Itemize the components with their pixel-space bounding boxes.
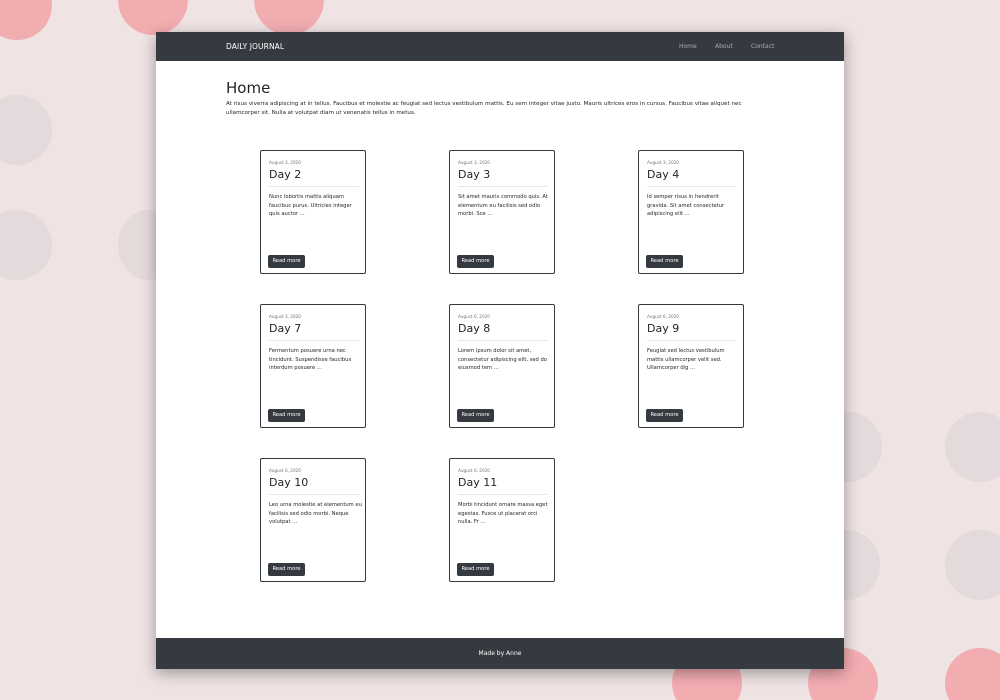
- card-title: Day 9: [647, 322, 680, 335]
- background-bubble: [945, 530, 1000, 600]
- background-bubble: [0, 0, 52, 40]
- card-divider: [269, 494, 359, 495]
- card-divider: [458, 186, 548, 187]
- card-title: Day 7: [269, 322, 302, 335]
- card-excerpt: Feugiat sed lectus vestibulum mattis ull…: [647, 348, 725, 372]
- card-excerpt: Sit amet mauris commodo quis. At element…: [458, 194, 548, 218]
- card-title: Day 4: [647, 168, 680, 181]
- journal-card: August 3, 2020 Day 3 Sit amet mauris com…: [449, 150, 555, 274]
- background-bubble: [0, 210, 52, 280]
- card-excerpt: Nunc lobortis mattis aliquam faucibus pu…: [269, 194, 352, 218]
- read-more-button[interactable]: Read more: [268, 563, 305, 576]
- footer: Made by Anne: [156, 638, 844, 669]
- journal-card: August 6, 2020 Day 9 Feugiat sed lectus …: [638, 304, 744, 428]
- read-more-button[interactable]: Read more: [457, 255, 494, 268]
- card-divider: [458, 340, 548, 341]
- read-more-button[interactable]: Read more: [646, 255, 683, 268]
- journal-card: August 6, 2020 Day 11 Morbi tincidunt or…: [449, 458, 555, 582]
- card-excerpt: Morbi tincidunt ornare massa eget egesta…: [458, 502, 548, 526]
- browser-window: DAILY JOURNAL Home About Contact Home At…: [156, 32, 844, 669]
- read-more-button[interactable]: Read more: [268, 255, 305, 268]
- card-divider: [647, 340, 737, 341]
- read-more-button[interactable]: Read more: [457, 563, 494, 576]
- read-more-button[interactable]: Read more: [268, 409, 305, 422]
- card-date: August 6, 2020: [458, 314, 490, 319]
- card-divider: [269, 340, 359, 341]
- journal-card: August 3, 2020 Day 4 Id semper risus in …: [638, 150, 744, 274]
- card-date: August 6, 2020: [458, 468, 490, 473]
- nav-link-home[interactable]: Home: [679, 43, 697, 50]
- card-excerpt: Id semper risus in hendrerit gravida. Si…: [647, 194, 725, 218]
- card-title: Day 2: [269, 168, 302, 181]
- background-bubble: [0, 95, 52, 165]
- read-more-button[interactable]: Read more: [646, 409, 683, 422]
- journal-card: August 3, 2020 Day 7 Fermentum posuere u…: [260, 304, 366, 428]
- card-title: Day 3: [458, 168, 491, 181]
- journal-card: August 3, 2020 Day 2 Nunc lobortis matti…: [260, 150, 366, 274]
- nav-link-contact[interactable]: Contact: [751, 43, 774, 50]
- card-divider: [647, 186, 737, 187]
- card-date: August 6, 2020: [647, 314, 679, 319]
- card-title: Day 11: [458, 476, 498, 489]
- intro-paragraph: At risus viverra adipiscing at in tellus…: [226, 101, 742, 116]
- page-title: Home: [226, 79, 271, 97]
- card-excerpt: Lorem ipsum dolor sit amet, consectetur …: [458, 348, 547, 372]
- card-date: August 3, 2020: [647, 160, 679, 165]
- read-more-button[interactable]: Read more: [457, 409, 494, 422]
- card-divider: [458, 494, 548, 495]
- navbar: DAILY JOURNAL Home About Contact: [156, 32, 844, 61]
- card-divider: [269, 186, 359, 187]
- card-date: August 3, 2020: [458, 160, 490, 165]
- card-date: August 3, 2020: [269, 160, 301, 165]
- journal-card: August 6, 2020 Day 8 Lorem ipsum dolor s…: [449, 304, 555, 428]
- card-date: August 3, 2020: [269, 314, 301, 319]
- background-bubble: [945, 648, 1000, 700]
- nav-link-about[interactable]: About: [715, 43, 733, 50]
- card-title: Day 8: [458, 322, 491, 335]
- navbar-brand[interactable]: DAILY JOURNAL: [226, 42, 284, 51]
- footer-text: Made by Anne: [478, 650, 522, 657]
- card-excerpt: Fermentum posuere urna nec tincidunt. Su…: [269, 348, 352, 372]
- background-bubble: [945, 412, 1000, 482]
- card-excerpt: Leo urna molestie at elementum eu facili…: [269, 502, 362, 526]
- journal-card: August 6, 2020 Day 10 Leo urna molestie …: [260, 458, 366, 582]
- card-date: August 6, 2020: [269, 468, 301, 473]
- background-bubble: [118, 0, 188, 35]
- card-title: Day 10: [269, 476, 309, 489]
- background-bubble: [254, 0, 324, 35]
